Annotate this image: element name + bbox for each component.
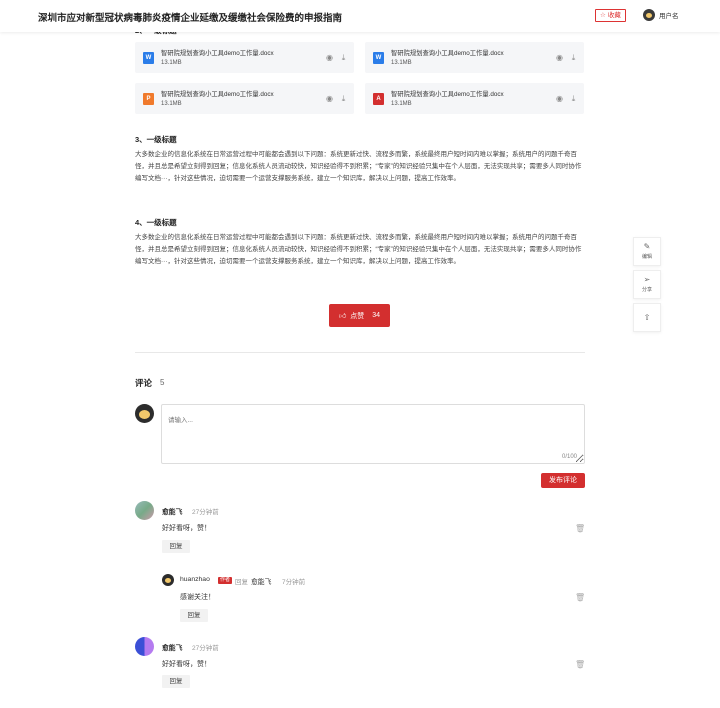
comments-heading: 评论 [135, 378, 153, 388]
star-icon: ☆ [600, 12, 606, 19]
avatar [162, 574, 174, 586]
top-bar: 深圳市应对新型冠状病毒肺炎疫情企业延缴及缓缴社会保险费的申报指南 ☆ 收藏 用户… [0, 0, 720, 32]
favorite-button[interactable]: ☆ 收藏 [595, 9, 626, 22]
delete-icon[interactable]: 🗑︎ [575, 593, 585, 602]
like-button[interactable]: 👍︎ 点赞 34 [329, 304, 390, 327]
comment-body: 感谢关注！ [180, 594, 215, 601]
publish-comment-button[interactable]: 发布评论 [541, 473, 585, 488]
attachment-size: 13.1MB [391, 101, 412, 107]
share-button[interactable]: ➢ 分享 [633, 270, 661, 299]
back-to-top-icon: ⇧ [643, 313, 651, 322]
comments-count: 5 [160, 378, 165, 387]
comment-body: 好好看呀，赞！ [162, 661, 211, 668]
comment-time: 27分钟前 [192, 509, 219, 516]
preview-icon[interactable]: ◉ [325, 53, 334, 62]
user-menu[interactable]: 用户名 [643, 9, 679, 21]
username: 用户名 [659, 13, 679, 20]
attachment-name: 智研院规划查询小工具demo工作量.docx [161, 91, 274, 98]
delete-icon[interactable]: 🗑︎ [575, 524, 585, 533]
comment-author[interactable]: huanzhao [180, 576, 210, 583]
like-count: 34 [372, 312, 381, 319]
attachment-name: 智研院规划查询小工具demo工作量.docx [391, 50, 504, 57]
download-icon[interactable]: ⤓ [569, 94, 578, 103]
author-badge: 作者 [218, 577, 233, 584]
comment-author[interactable]: 愈能飞 [162, 506, 182, 516]
reply-button[interactable]: 回复 [162, 540, 190, 553]
edit-icon: ✎ [643, 242, 651, 251]
attachment-size: 13.1MB [161, 101, 182, 107]
avatar [643, 9, 655, 21]
thumbs-up-icon: 👍︎ [338, 313, 347, 320]
attachment-name: 智研院规划查询小工具demo工作量.docx [161, 50, 274, 57]
char-counter: 0/100 [562, 454, 578, 460]
page-title: 深圳市应对新型冠状病毒肺炎疫情企业延缴及缓缴社会保险费的申报指南 [38, 13, 343, 24]
avatar [135, 501, 154, 520]
attachment-size: 13.1MB [391, 60, 412, 66]
attachment-name: 智研院规划查询小工具demo工作量.docx [391, 91, 504, 98]
attachment-item[interactable]: A 智研院规划查询小工具demo工作量.docx 13.1MB ◉ ⤓ [365, 83, 584, 114]
avatar [135, 637, 154, 656]
section-heading-4: 4、一级标题 [135, 218, 177, 227]
favorite-label: 收藏 [607, 12, 621, 19]
word-file-icon: W [373, 52, 384, 64]
ppt-file-icon: P [143, 93, 154, 105]
reply-to-label: 回复 [235, 579, 248, 586]
comment-time: 7分钟前 [282, 579, 306, 586]
attachment-item[interactable]: P 智研院规划查询小工具demo工作量.docx 13.1MB ◉ ⤓ [135, 83, 354, 114]
download-icon[interactable]: ⤓ [569, 53, 578, 62]
delete-icon[interactable]: 🗑︎ [575, 660, 585, 669]
section-paragraph: 大多数企业的信息化系统在日常运营过程中可能都会遇到以下问题：系统更新过快、流程多… [135, 234, 582, 265]
like-label: 点赞 [350, 312, 365, 320]
share-icon: ➢ [643, 275, 651, 284]
preview-icon[interactable]: ◉ [555, 53, 564, 62]
comment-time: 27分钟前 [192, 645, 219, 652]
attachment-item[interactable]: W 智研院规划查询小工具demo工作量.docx 13.1MB ◉ ⤓ [135, 42, 354, 73]
back-to-top-button[interactable]: ⇧ [633, 303, 661, 332]
edit-button[interactable]: ✎ 编辑 [633, 237, 661, 266]
word-file-icon: W [143, 52, 154, 64]
reply-button[interactable]: 回复 [180, 609, 208, 622]
avatar [135, 404, 154, 423]
comment-author[interactable]: 愈能飞 [162, 642, 182, 652]
download-icon[interactable]: ⤓ [339, 94, 348, 103]
comment-input[interactable] [161, 404, 585, 464]
divider [135, 352, 585, 353]
reply-button[interactable]: 回复 [162, 675, 190, 688]
reply-to-author[interactable]: 愈能飞 [251, 576, 271, 586]
attachment-item[interactable]: W 智研院规划查询小工具demo工作量.docx 13.1MB ◉ ⤓ [365, 42, 584, 73]
section-paragraph: 大多数企业的信息化系统在日常运营过程中可能都会遇到以下问题：系统更新过快、流程多… [135, 151, 582, 182]
section-heading-3: 3、一级标题 [135, 135, 177, 144]
pdf-file-icon: A [373, 93, 384, 105]
download-icon[interactable]: ⤓ [339, 53, 348, 62]
comment-body: 好好看呀，赞！ [162, 525, 211, 532]
edit-label: 编辑 [641, 254, 652, 260]
attachment-size: 13.1MB [161, 60, 182, 66]
preview-icon[interactable]: ◉ [325, 94, 334, 103]
preview-icon[interactable]: ◉ [555, 94, 564, 103]
share-label: 分享 [641, 287, 652, 293]
